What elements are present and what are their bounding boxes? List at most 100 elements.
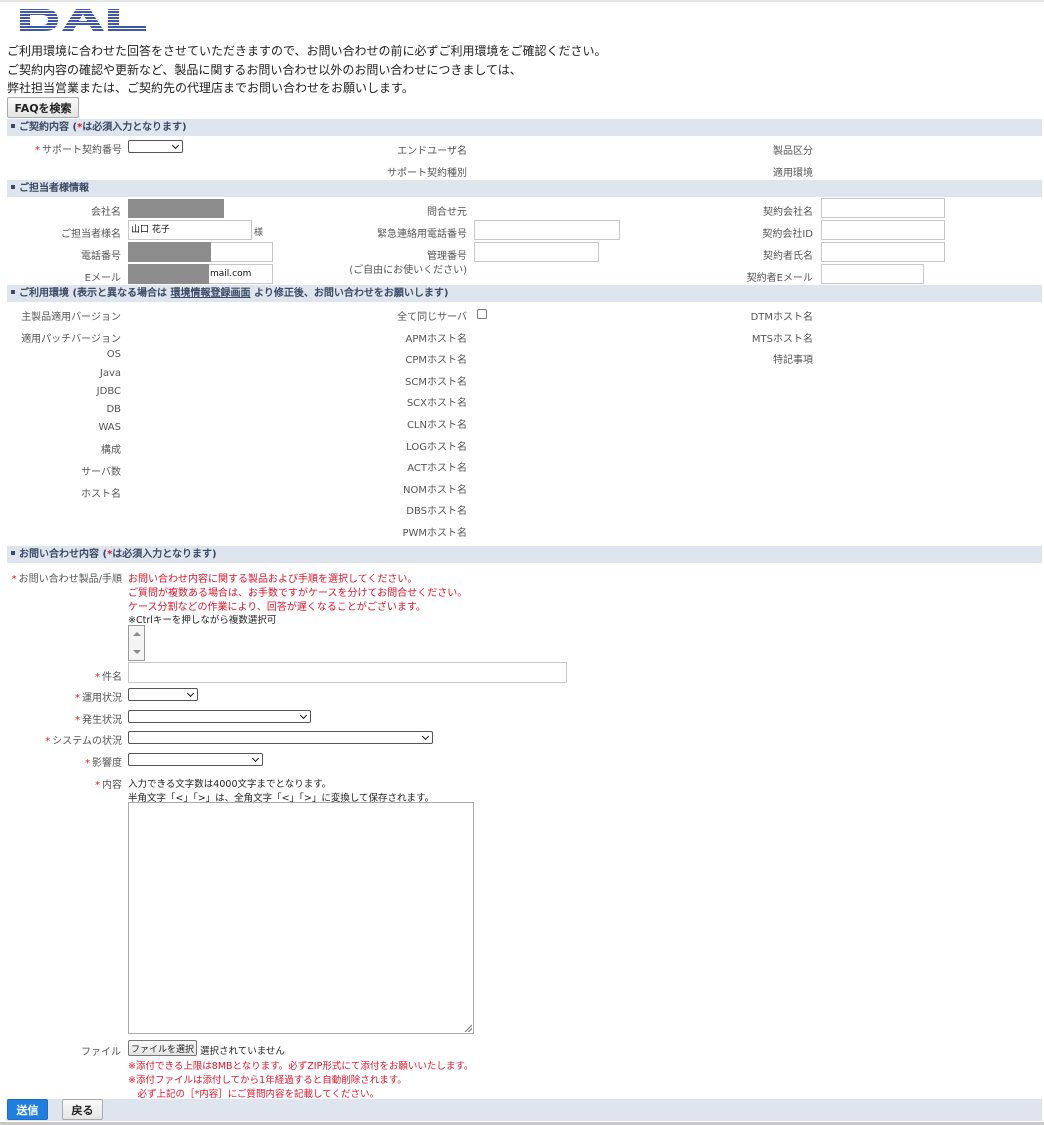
- mgmt-no-label: 管理番号: [427, 251, 467, 262]
- file-note-2: ※添付ファイルは添付してから1年経過すると自動削除されます。: [128, 1075, 407, 1086]
- contractor-email-label: 契約者Eメール: [746, 273, 813, 284]
- occurrence-status-select[interactable]: [128, 710, 311, 723]
- content-textarea[interactable]: [128, 802, 474, 1034]
- intro-line-3: 弊社担当営業または、ご契約先の代理店までお問い合わせをお願いします。: [7, 81, 414, 95]
- env-java-label: Java: [99, 368, 121, 379]
- scroll-up-icon[interactable]: [133, 632, 141, 636]
- section-title: ご契約内容 (: [19, 122, 78, 133]
- emergency-phone-label: 緊急連絡用電話番号: [377, 229, 467, 240]
- env-was-label: WAS: [98, 422, 121, 433]
- section-bullet: [11, 551, 15, 555]
- dal-logo: [20, 9, 146, 31]
- faq-search-button[interactable]: FAQを検索: [7, 97, 79, 118]
- env-registration-link[interactable]: 環境情報登録画面: [171, 288, 251, 299]
- section-environment-header: ご利用環境 (表示と異なる場合は 環境情報登録画面 より修正後、お問い合わせをお…: [7, 285, 1042, 302]
- section-title-tail: は必須入力となります): [82, 122, 187, 133]
- contract-company-id-label: 契約会社ID: [762, 229, 813, 240]
- env-config-label: 構成: [101, 445, 121, 456]
- section-title-tail: より修正後、お問い合わせをお願いします): [250, 288, 449, 299]
- section-bullet: [11, 185, 15, 189]
- env-server-count-label: サーバ数: [81, 467, 121, 478]
- back-button[interactable]: 戻る: [62, 1099, 103, 1120]
- file-note-3: 必ず上記の［*内容］にご質問内容を記載してください。: [128, 1089, 380, 1100]
- contractor-name-label: 契約者氏名: [763, 251, 813, 262]
- inquiry-source-label: 問合せ元: [427, 207, 467, 218]
- email-label: Eメール: [84, 273, 121, 284]
- section-bullet: [11, 124, 15, 128]
- contract-company-id-input[interactable]: [821, 220, 945, 240]
- mgmt-no-note: (ご自由にお使いください): [349, 265, 467, 276]
- contractor-name-input[interactable]: [821, 242, 945, 262]
- support-contract-no-select[interactable]: [128, 140, 183, 153]
- special-notes-label: 特記事項: [773, 355, 813, 366]
- product-proc-note-3: ケース分割などの作業により、回答が遅くなることがございます。: [128, 602, 426, 613]
- phone-label: 電話番号: [81, 251, 121, 262]
- env-main-version-label: 主製品適用バージョン: [21, 312, 121, 323]
- honorific-label: 様: [254, 228, 264, 238]
- impact-label: * 影響度: [85, 758, 122, 769]
- applied-env-label: 適用環境: [773, 168, 813, 179]
- choose-file-button[interactable]: ファイルを選択: [128, 1040, 197, 1056]
- section-title: ご利用環境 (表示と異なる場合は: [19, 288, 171, 299]
- scm-host-label: SCMホスト名: [405, 377, 467, 388]
- footer-bar: [7, 1099, 1042, 1121]
- dtm-host-label: DTMホスト名: [750, 312, 813, 323]
- file-note-1: ※添付できる上限は8MBとなります。必ずZIP形式にて添付をお願いいたします。: [128, 1061, 474, 1072]
- contractor-email-input[interactable]: [821, 264, 924, 284]
- system-status-label: * システムの状況: [45, 736, 122, 747]
- ctrl-multi-select-note: ※Ctrlキーを押しながら複数選択可: [128, 615, 277, 626]
- company-name-redacted: [128, 199, 224, 218]
- content-note-1: 入力できる文字数は4000文字までとなります。: [128, 779, 332, 790]
- system-status-select[interactable]: [128, 731, 433, 744]
- section-contact-header: ご担当者様情報: [7, 180, 1042, 197]
- resize-handle-icon[interactable]: [465, 1025, 472, 1032]
- contact-name-input[interactable]: 山口 花子: [128, 220, 252, 240]
- section-bullet: [11, 290, 15, 294]
- env-db-label: DB: [106, 404, 121, 415]
- support-contract-no-label: * サポート契約番号: [35, 145, 122, 156]
- intro-line-1: ご利用環境に合わせた回答をさせていただきますので、お問い合わせの前に必ずご利用環…: [7, 44, 607, 58]
- log-host-label: LOGホスト名: [406, 442, 467, 453]
- nom-host-label: NOMホスト名: [403, 485, 467, 496]
- occurrence-status-label: * 発生状況: [75, 715, 122, 726]
- mts-host-label: MTSホスト名: [751, 334, 813, 345]
- product-proc-note-1: お問い合わせ内容に関する製品および手順を選択してください。: [128, 574, 418, 585]
- email-redacted: [128, 264, 209, 284]
- section-title: お問い合わせ内容 (: [19, 549, 108, 560]
- subject-input[interactable]: [128, 662, 567, 683]
- env-jdbc-label: JDBC: [96, 386, 121, 397]
- company-name-label: 会社名: [91, 207, 121, 218]
- pwm-host-label: PWMホスト名: [402, 528, 467, 539]
- section-contract-header: ご契約内容 (*は必須入力となります): [7, 119, 1042, 136]
- apm-host-label: APMホスト名: [405, 334, 468, 345]
- content-label: * 内容: [95, 780, 122, 791]
- cpm-host-label: CPMホスト名: [405, 355, 467, 366]
- product-proc-label: * お問い合わせ製品/手順: [11, 574, 122, 585]
- file-label: ファイル: [81, 1047, 121, 1058]
- contract-company-label: 契約会社名: [763, 207, 813, 218]
- env-os-label: OS: [106, 349, 121, 360]
- contract-company-input[interactable]: [821, 198, 945, 218]
- env-hostname-label: ホスト名: [81, 489, 121, 500]
- end-user-name-label: エンドユーザ名: [397, 146, 467, 157]
- mgmt-no-input[interactable]: [474, 242, 599, 262]
- cln-host-label: CLNホスト名: [406, 420, 467, 431]
- top-border: [0, 0, 1044, 2]
- scx-host-label: SCXホスト名: [406, 398, 467, 409]
- support-contract-type-label: サポート契約種別: [387, 168, 467, 179]
- impact-select[interactable]: [128, 753, 263, 766]
- section-inquiry-header: お問い合わせ内容 (*は必須入力となります): [7, 546, 1042, 563]
- contact-name-label: ご担当者様名: [61, 229, 121, 240]
- scroll-down-icon[interactable]: [133, 650, 141, 654]
- product-category-label: 製品区分: [773, 146, 813, 157]
- send-button[interactable]: 送信: [7, 1099, 48, 1120]
- dbs-host-label: DBSホスト名: [406, 506, 467, 517]
- act-host-label: ACTホスト名: [407, 463, 467, 474]
- usage-status-select[interactable]: [128, 688, 198, 701]
- env-patch-version-label: 適用パッチバージョン: [21, 334, 121, 345]
- all-same-server-checkbox[interactable]: [477, 309, 487, 319]
- section-title-tail: は必須入力となります): [112, 549, 217, 560]
- emergency-phone-input[interactable]: [474, 220, 620, 240]
- phone-redacted: [128, 242, 211, 262]
- product-proc-listbox[interactable]: [128, 625, 145, 661]
